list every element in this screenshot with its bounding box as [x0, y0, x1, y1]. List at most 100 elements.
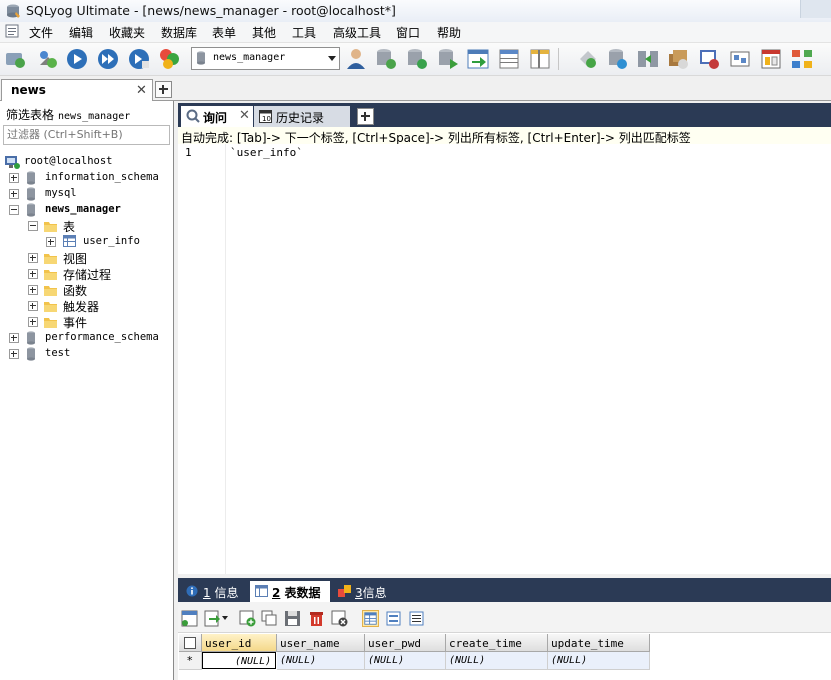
tree-db-test[interactable]: test	[9, 346, 169, 362]
tree-folder-events[interactable]: 事件	[28, 314, 168, 330]
expand-icon[interactable]	[9, 173, 19, 183]
tab-query[interactable]: 询问 ✕	[181, 106, 253, 127]
copy-database-icon[interactable]	[436, 47, 460, 71]
menu-file[interactable]: 文件	[29, 24, 53, 41]
backup-icon[interactable]	[576, 47, 600, 71]
expand-icon[interactable]	[9, 189, 19, 199]
cell-create-time[interactable]: (NULL)	[446, 652, 548, 670]
tree-db-performance-schema[interactable]: performance_schema	[9, 330, 169, 346]
minimize-button[interactable]	[800, 0, 831, 18]
expand-icon[interactable]	[9, 333, 19, 343]
table-view-icon[interactable]	[497, 47, 521, 71]
tree-folder-stored-procedures[interactable]: 存储过程	[28, 266, 168, 282]
menu-other[interactable]: 其他	[252, 24, 276, 41]
tab-result-info[interactable]: 3信息	[333, 581, 403, 602]
column-header-user-name[interactable]: user_name	[277, 634, 365, 652]
expand-icon[interactable]	[9, 349, 19, 359]
chevron-down-icon[interactable]	[328, 56, 336, 61]
grid-mode-icon[interactable]	[362, 610, 379, 627]
menu-advanced-tools[interactable]: 高级工具	[333, 24, 381, 41]
tree-folder-functions[interactable]: 函数	[28, 282, 168, 298]
menu-favorites[interactable]: 收藏夹	[109, 24, 145, 41]
expand-icon[interactable]	[28, 253, 38, 263]
grid-view-icon[interactable]	[181, 610, 198, 627]
connect-icon[interactable]	[36, 47, 60, 71]
query-builder-icon[interactable]	[728, 47, 752, 71]
execute-query-icon[interactable]	[65, 47, 89, 71]
chevron-down-icon[interactable]	[222, 616, 228, 620]
new-connection-icon[interactable]	[3, 47, 27, 71]
expand-icon[interactable]	[28, 285, 38, 295]
export-icon[interactable]	[204, 610, 221, 627]
collapse-icon[interactable]	[28, 221, 38, 231]
expand-icon[interactable]	[28, 269, 38, 279]
export-database-icon[interactable]	[374, 47, 398, 71]
tree-folder-triggers[interactable]: 触发器	[28, 298, 168, 314]
row-marker-cell[interactable]: *	[179, 652, 202, 670]
import-database-icon[interactable]	[405, 47, 429, 71]
new-connection-tab-button[interactable]	[155, 81, 172, 98]
menu-table[interactable]: 表单	[212, 24, 236, 41]
expand-icon[interactable]	[28, 301, 38, 311]
filter-input[interactable]	[4, 126, 167, 142]
tree-db-news-manager[interactable]: news_manager	[9, 202, 169, 218]
select-all-checkbox[interactable]	[184, 637, 196, 649]
database-select[interactable]: news_manager	[191, 47, 340, 70]
tab-result-table-data[interactable]: 2 表数据	[250, 581, 330, 602]
cell-user-name[interactable]: (NULL)	[277, 652, 365, 670]
form-mode-icon[interactable]	[385, 610, 402, 627]
tab-result-messages[interactable]: 1 信息	[181, 581, 251, 602]
cell-user-id[interactable]: (NULL)	[202, 652, 276, 669]
visual-data-compare-icon[interactable]	[790, 47, 814, 71]
collapse-icon[interactable]	[9, 205, 19, 215]
column-header-create-time[interactable]: create_time	[446, 634, 548, 652]
close-icon[interactable]: ✕	[136, 83, 147, 98]
database-select-value: news_manager	[213, 52, 286, 63]
database-icon	[27, 347, 35, 361]
tab-history[interactable]: 10 历史记录	[254, 106, 350, 127]
user-manager-icon[interactable]	[344, 47, 368, 71]
column-header-user-id[interactable]: user_id	[202, 634, 277, 652]
tree-folder-views[interactable]: 视图	[28, 250, 168, 266]
column-header-update-time[interactable]: update_time	[548, 634, 650, 652]
document-icon[interactable]	[5, 24, 19, 38]
new-query-tab-button[interactable]	[357, 108, 374, 125]
tree-folder-tables[interactable]: 表	[28, 218, 168, 234]
tree-db-information-schema[interactable]: information_schema	[9, 170, 169, 186]
schema-sync-icon[interactable]	[466, 47, 490, 71]
schema-designer-icon[interactable]	[759, 47, 783, 71]
tree-table-user-info[interactable]: user_info	[46, 234, 166, 250]
add-row-icon[interactable]	[239, 610, 256, 627]
text-mode-icon[interactable]	[408, 610, 425, 627]
scheduler-icon[interactable]	[666, 47, 690, 71]
cell-update-time[interactable]: (NULL)	[548, 652, 650, 670]
menu-database[interactable]: 数据库	[161, 24, 197, 41]
execute-edit-icon[interactable]	[127, 47, 151, 71]
tree-root-connection[interactable]: root@localhost	[4, 154, 164, 170]
column-header-user-pwd[interactable]: user_pwd	[365, 634, 446, 652]
menu-edit[interactable]: 编辑	[69, 24, 93, 41]
menu-help[interactable]: 帮助	[437, 24, 461, 41]
cell-user-pwd[interactable]: (NULL)	[365, 652, 446, 670]
connection-tab-news[interactable]: news ✕	[1, 79, 153, 101]
delete-icon[interactable]	[308, 610, 325, 627]
tree-db-mysql[interactable]: mysql	[9, 186, 169, 202]
select-all-checkbox-cell[interactable]	[179, 634, 202, 652]
save-icon[interactable]	[284, 610, 301, 627]
expand-icon[interactable]	[28, 317, 38, 327]
restore-icon[interactable]	[606, 47, 630, 71]
expand-icon[interactable]	[46, 237, 56, 247]
window-title: SQLyog Ultimate - [news/news_manager - r…	[26, 3, 396, 18]
data-sync-icon[interactable]	[636, 47, 660, 71]
menu-tools[interactable]: 工具	[292, 24, 316, 41]
info-objects-icon	[338, 585, 351, 597]
duplicate-row-icon[interactable]	[261, 610, 278, 627]
notifications-icon[interactable]	[697, 47, 721, 71]
close-icon[interactable]: ✕	[239, 108, 250, 123]
menu-window[interactable]: 窗口	[396, 24, 420, 41]
cancel-changes-icon[interactable]	[331, 610, 348, 627]
stop-query-icon[interactable]	[158, 47, 182, 71]
query-editor[interactable]: 1 `user_info`	[178, 144, 831, 574]
table-edit-icon[interactable]	[528, 47, 552, 71]
execute-all-icon[interactable]	[96, 47, 120, 71]
